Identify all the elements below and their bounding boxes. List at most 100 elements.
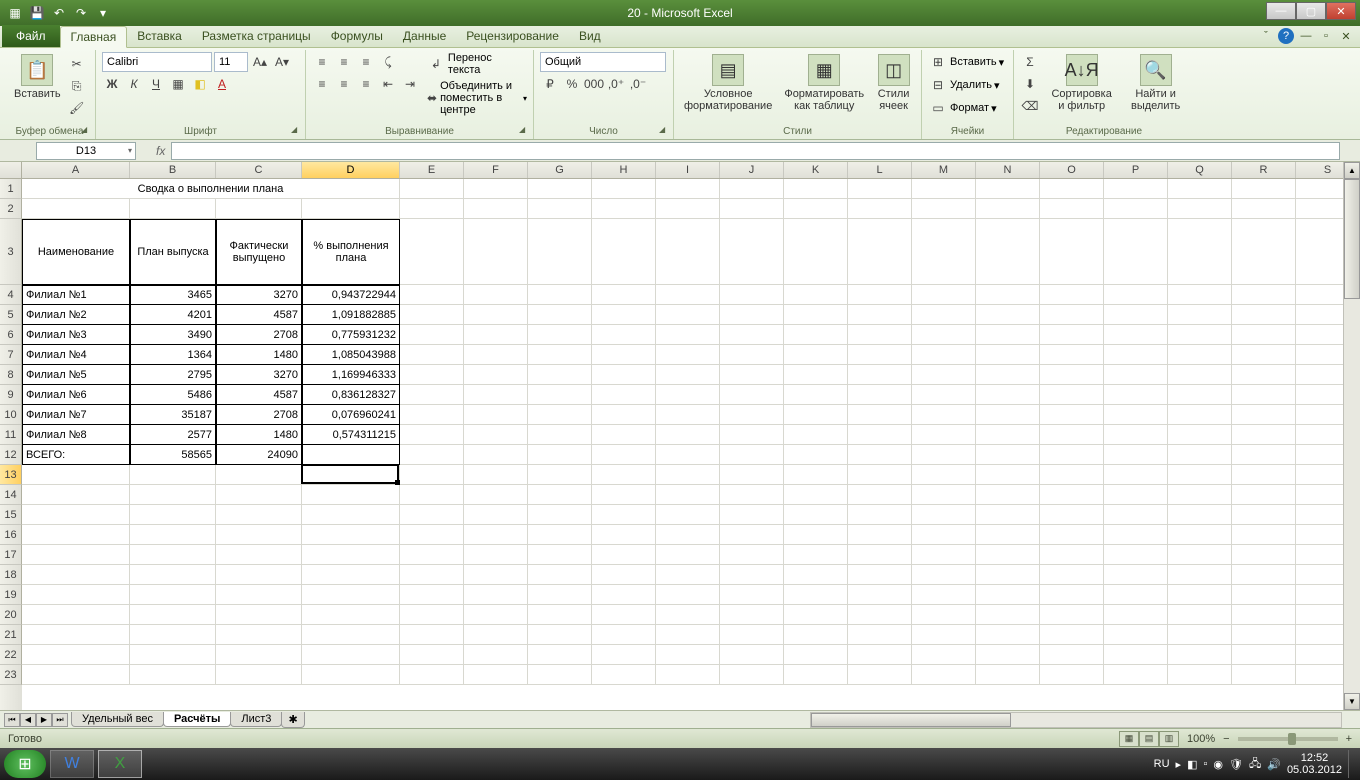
cell[interactable] — [1232, 645, 1296, 665]
cell[interactable] — [528, 605, 592, 625]
cell[interactable] — [302, 525, 400, 545]
cell[interactable] — [400, 285, 464, 305]
cell[interactable] — [464, 305, 528, 325]
cell[interactable] — [1232, 485, 1296, 505]
clipboard-launcher-icon[interactable]: ◢ — [81, 125, 91, 135]
cell[interactable] — [464, 665, 528, 685]
cell[interactable] — [302, 485, 400, 505]
cell[interactable] — [1168, 445, 1232, 465]
qat-more-icon[interactable]: ▾ — [94, 4, 112, 22]
orientation-icon[interactable]: ⤹ — [378, 52, 398, 72]
sheet-tab[interactable]: Расчёты — [163, 712, 231, 727]
cell[interactable]: Филиал №6 — [22, 385, 130, 405]
cell[interactable] — [1104, 505, 1168, 525]
cell[interactable] — [1168, 625, 1232, 645]
cell[interactable] — [592, 525, 656, 545]
cell[interactable] — [216, 565, 302, 585]
cell[interactable] — [400, 385, 464, 405]
cell[interactable] — [216, 605, 302, 625]
start-button[interactable]: ⊞ — [4, 750, 46, 778]
cell[interactable] — [1232, 385, 1296, 405]
cell[interactable] — [656, 199, 720, 219]
cell[interactable] — [976, 645, 1040, 665]
cell[interactable] — [784, 545, 848, 565]
cell[interactable] — [976, 585, 1040, 605]
cell[interactable] — [976, 199, 1040, 219]
cell[interactable] — [656, 625, 720, 645]
cell[interactable] — [592, 485, 656, 505]
spreadsheet-grid[interactable]: ABCDEFGHIJKLMNOPQRS 12345678910111213141… — [0, 162, 1360, 710]
show-desktop-button[interactable] — [1348, 750, 1356, 778]
cell[interactable] — [656, 485, 720, 505]
bold-button[interactable]: Ж — [102, 74, 122, 94]
doc-minimize-icon[interactable]: — — [1298, 28, 1314, 44]
col-header[interactable]: M — [912, 162, 976, 178]
cell[interactable] — [848, 325, 912, 345]
cell[interactable] — [1040, 345, 1104, 365]
cell[interactable] — [784, 665, 848, 685]
cell[interactable] — [400, 505, 464, 525]
cell[interactable] — [592, 365, 656, 385]
col-header[interactable]: O — [1040, 162, 1104, 178]
cell[interactable] — [1040, 179, 1104, 199]
doc-close-icon[interactable]: ✕ — [1338, 28, 1354, 44]
find-select-button[interactable]: 🔍Найти и выделить — [1123, 52, 1188, 116]
cell[interactable] — [1040, 625, 1104, 645]
cell[interactable] — [528, 585, 592, 605]
cell[interactable] — [528, 565, 592, 585]
cell[interactable]: 2795 — [130, 365, 216, 385]
redo-icon[interactable]: ↷ — [72, 4, 90, 22]
cell[interactable] — [784, 325, 848, 345]
cell[interactable] — [528, 365, 592, 385]
cell[interactable] — [656, 405, 720, 425]
cell[interactable] — [976, 405, 1040, 425]
cell[interactable] — [1104, 465, 1168, 485]
cell[interactable] — [720, 325, 784, 345]
cell[interactable] — [912, 465, 976, 485]
cell[interactable] — [1232, 665, 1296, 685]
cell[interactable] — [720, 545, 784, 565]
cell[interactable] — [1232, 179, 1296, 199]
cell[interactable] — [1168, 565, 1232, 585]
cell[interactable] — [302, 199, 400, 219]
cell[interactable]: 2577 — [130, 425, 216, 445]
cell[interactable] — [22, 465, 130, 485]
cell[interactable] — [528, 219, 592, 285]
cell[interactable] — [130, 505, 216, 525]
col-header[interactable]: Q — [1168, 162, 1232, 178]
cell[interactable] — [592, 445, 656, 465]
cell[interactable] — [784, 505, 848, 525]
paste-button[interactable]: 📋 Вставить — [10, 52, 65, 118]
cell[interactable]: 3270 — [216, 365, 302, 385]
cell[interactable] — [400, 179, 464, 199]
cell[interactable] — [848, 219, 912, 285]
page-break-view-icon[interactable]: ▥ — [1159, 731, 1179, 747]
dec-decimal-icon[interactable]: ,0⁻ — [628, 74, 648, 94]
cell[interactable] — [22, 505, 130, 525]
cell[interactable] — [302, 625, 400, 645]
cell[interactable] — [130, 465, 216, 485]
row-header[interactable]: 14 — [0, 485, 22, 505]
cell[interactable] — [784, 179, 848, 199]
cell[interactable] — [464, 445, 528, 465]
cell[interactable] — [784, 425, 848, 445]
cell[interactable] — [528, 445, 592, 465]
comma-icon[interactable]: 000 — [584, 74, 604, 94]
cell[interactable]: Сводка о выполнении плана — [22, 179, 400, 199]
tab-formulas[interactable]: Формулы — [321, 25, 393, 47]
cell[interactable] — [1104, 199, 1168, 219]
cell[interactable] — [592, 645, 656, 665]
cell[interactable] — [848, 525, 912, 545]
sort-filter-button[interactable]: A↓ЯСортировка и фильтр — [1044, 52, 1119, 116]
shrink-font-icon[interactable]: A▾ — [272, 52, 292, 72]
prev-sheet-icon[interactable]: ◀ — [20, 713, 36, 727]
cell[interactable] — [720, 665, 784, 685]
cell[interactable] — [216, 545, 302, 565]
row-header[interactable]: 19 — [0, 585, 22, 605]
cell[interactable] — [1232, 505, 1296, 525]
cell[interactable] — [720, 405, 784, 425]
cell[interactable] — [1168, 485, 1232, 505]
cell[interactable] — [528, 325, 592, 345]
cell[interactable] — [302, 565, 400, 585]
col-header[interactable]: P — [1104, 162, 1168, 178]
